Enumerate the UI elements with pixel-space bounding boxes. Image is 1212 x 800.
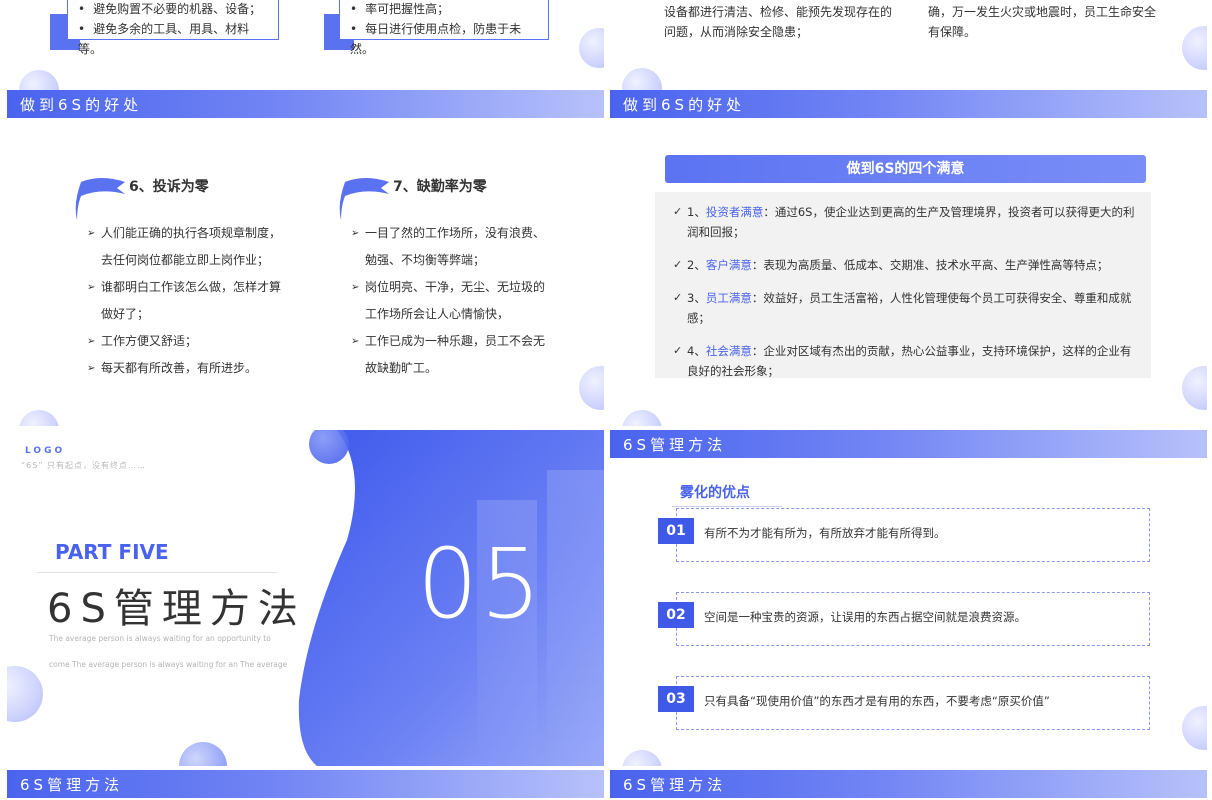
section-header-bar: 6S管理方法 [610,770,1207,798]
check-icon: ✓ [673,344,683,357]
decor-bubble [622,410,662,426]
ribbon-flag-icon [75,178,125,220]
section-title: 6S管理方法 [623,436,727,454]
part-label: PART FIVE [55,540,169,564]
section-number: 05 [417,528,544,640]
decor-bubble [1182,26,1207,70]
sub-heading: 雾化的优点 [672,482,782,507]
list-item: ➢ 一目了然的工作场所，没有浪费、勉强、不均衡等弊端； [351,220,545,274]
decor-bubble [622,68,662,90]
decor-bubble [579,366,604,410]
arrow-bullet-icon: ➢ [87,282,96,293]
slide-6s-benefits-part-a: 避免购置不必要的机器、设备； 避免多余的工具、用具、材料等。 率可把握性高； 每… [7,0,604,90]
arrow-bullet-icon: ➢ [351,336,360,347]
arrow-bullet-icon: ➢ [351,282,360,293]
slide-6s-methods-next: 6S管理方法 [7,770,604,800]
section-description: The average person is always waiting for… [49,634,288,669]
section-title: 6S管理方法 [20,776,124,794]
decor-bubble [1182,366,1207,410]
satisfaction-banner: 做到6S的四个满意 [665,155,1146,183]
tagline: “6S” 只有起点，没有终点…… [21,461,146,470]
list-item: ➢ 工作已成为一种乐趣，员工不会无故缺勤旷工。 [351,328,545,382]
list-item: ➢ 人们能正确的执行各项规章制度，去任何岗位都能立即上岗作业； [87,220,287,274]
decor-bubble [622,750,662,766]
list-item: ➢ 每天都有所改善，有所进步。 [87,355,287,382]
slide-6s-benefits-part-b: 设备都进行清洁、检修、能预先发现存在的问题，从而消除安全隐患； 确，万一发生火灾… [610,0,1207,90]
benefit-heading: 7、缺勤率为零 [393,179,487,195]
slide-6s-methods-advantages: 6S管理方法 雾化的优点 01 有所不为才能有所为，有所放弃才能有所得到。 02… [610,430,1207,766]
arrow-bullet-icon: ➢ [87,336,96,347]
list-item: 避免购置不必要的机器、设备； [78,0,268,19]
body-text: 设备都进行清洁、检修、能预先发现存在的问题，从而消除安全隐患； [664,5,893,39]
arrow-bullet-icon: ➢ [351,228,360,239]
body-text: 确，万一发生火灾或地震时，员工生命安全有保障。 [928,5,1157,39]
row-text: 空间是一种宝贵的资源，让误用的东西占据空间就是浪费资源。 [704,610,1026,624]
benefit-card-1: 避免购置不必要的机器、设备； 避免多余的工具、用具、材料等。 [67,0,279,56]
benefit-heading: 6、投诉为零 [129,179,209,195]
benefit-list: ➢ 一目了然的工作场所，没有浪费、勉强、不均衡等弊端； ➢ 岗位明亮、干净，无尘、无… [351,220,545,382]
check-icon: ✓ [673,291,683,304]
list-item: 02 空间是一种宝贵的资源，让误用的东西占据空间就是浪费资源。 [658,592,1150,646]
title-underline [37,572,277,573]
list-item: 03 只有具备“现使用价值”的东西才是有用的东西，不要考虑“原买价值” [658,676,1150,730]
logo: LOGO [25,446,66,456]
decor-bubble [19,70,59,90]
list-item: 率可把握性高； [350,0,538,19]
section-title: 6S管理方法 [623,776,727,794]
list-item: 每日进行使用点检，防患于未然。 [350,19,538,59]
list-item: ➢ 谁都明白工作该怎么做，怎样才算做好了； [87,274,287,328]
decor-bubble [579,28,604,68]
list-item: ✓ 2、客户满意：表现为高质量、低成本、交期准、技术水平高、生产弹性高等特点； [673,255,1139,275]
section-header-bar: 做到6S的好处 [7,90,604,118]
section-title: 做到6S的好处 [20,96,143,114]
slide-6s-benefits-complaints: 做到6S的好处 6、投诉为零 ➢ 人们能正确的执行各项规章制度，去任何岗位都能立即… [7,90,604,426]
section-title: 做到6S的好处 [623,96,746,114]
list-item: ✓ 4、社会满意：企业对区域有杰出的贡献，热心公益事业，支持环境保护，这样的企业… [673,341,1139,381]
list-item: 01 有所不为才能有所为，有所放弃才能有所得到。 [658,508,1150,562]
decor-bubble [19,410,59,426]
satisfaction-list: ✓ 1、投资者满意：通过6S，使企业达到更高的生产及管理境界，投资者可以获得更大… [655,192,1151,378]
check-icon: ✓ [673,258,683,271]
number-badge: 02 [658,602,694,628]
section-header-bar: 6S管理方法 [610,430,1207,458]
section-header-bar: 6S管理方法 [7,770,604,798]
list-item: ➢ 岗位明亮、干净，无尘、无垃圾的工作场所会让人心情愉快， [351,274,545,328]
slide-part-five-cover: LOGO “6S” 只有起点，没有终点…… PART FIVE 6S管理方法 T… [7,430,604,766]
arrow-bullet-icon: ➢ [87,363,96,374]
decor-bubble [1182,706,1207,750]
list-item: ➢ 工作方便又舒适； [87,328,287,355]
benefit-card-2: 率可把握性高； 每日进行使用点检，防患于未然。 [339,0,549,56]
row-text: 只有具备“现使用价值”的东西才是有用的东西，不要考虑“原买价值” [704,694,1050,708]
row-text: 有所不为才能有所为，有所放弃才能有所得到。 [704,526,946,540]
benefit-list: ➢ 人们能正确的执行各项规章制度，去任何岗位都能立即上岗作业； ➢ 谁都明白工作该怎… [87,220,287,382]
arrow-bullet-icon: ➢ [87,228,96,239]
list-item: ✓ 1、投资者满意：通过6S，使企业达到更高的生产及管理境界，投资者可以获得更大… [673,202,1139,242]
list-item: ✓ 3、员工满意：效益好，员工生活富裕，人性化管理使每个员工可获得安全、尊重和成… [673,288,1139,328]
number-badge: 03 [658,686,694,712]
ribbon-flag-icon [339,178,389,220]
slide-6s-methods-next-2: 6S管理方法 [610,770,1207,800]
list-item: 避免多余的工具、用具、材料等。 [78,19,268,59]
slide-6s-four-satisfactions: 做到6S的好处 做到6S的四个满意 ✓ 1、投资者满意：通过6S，使企业达到更高… [610,90,1207,426]
section-header-bar: 做到6S的好处 [610,90,1207,118]
check-icon: ✓ [673,205,683,218]
number-badge: 01 [658,518,694,544]
